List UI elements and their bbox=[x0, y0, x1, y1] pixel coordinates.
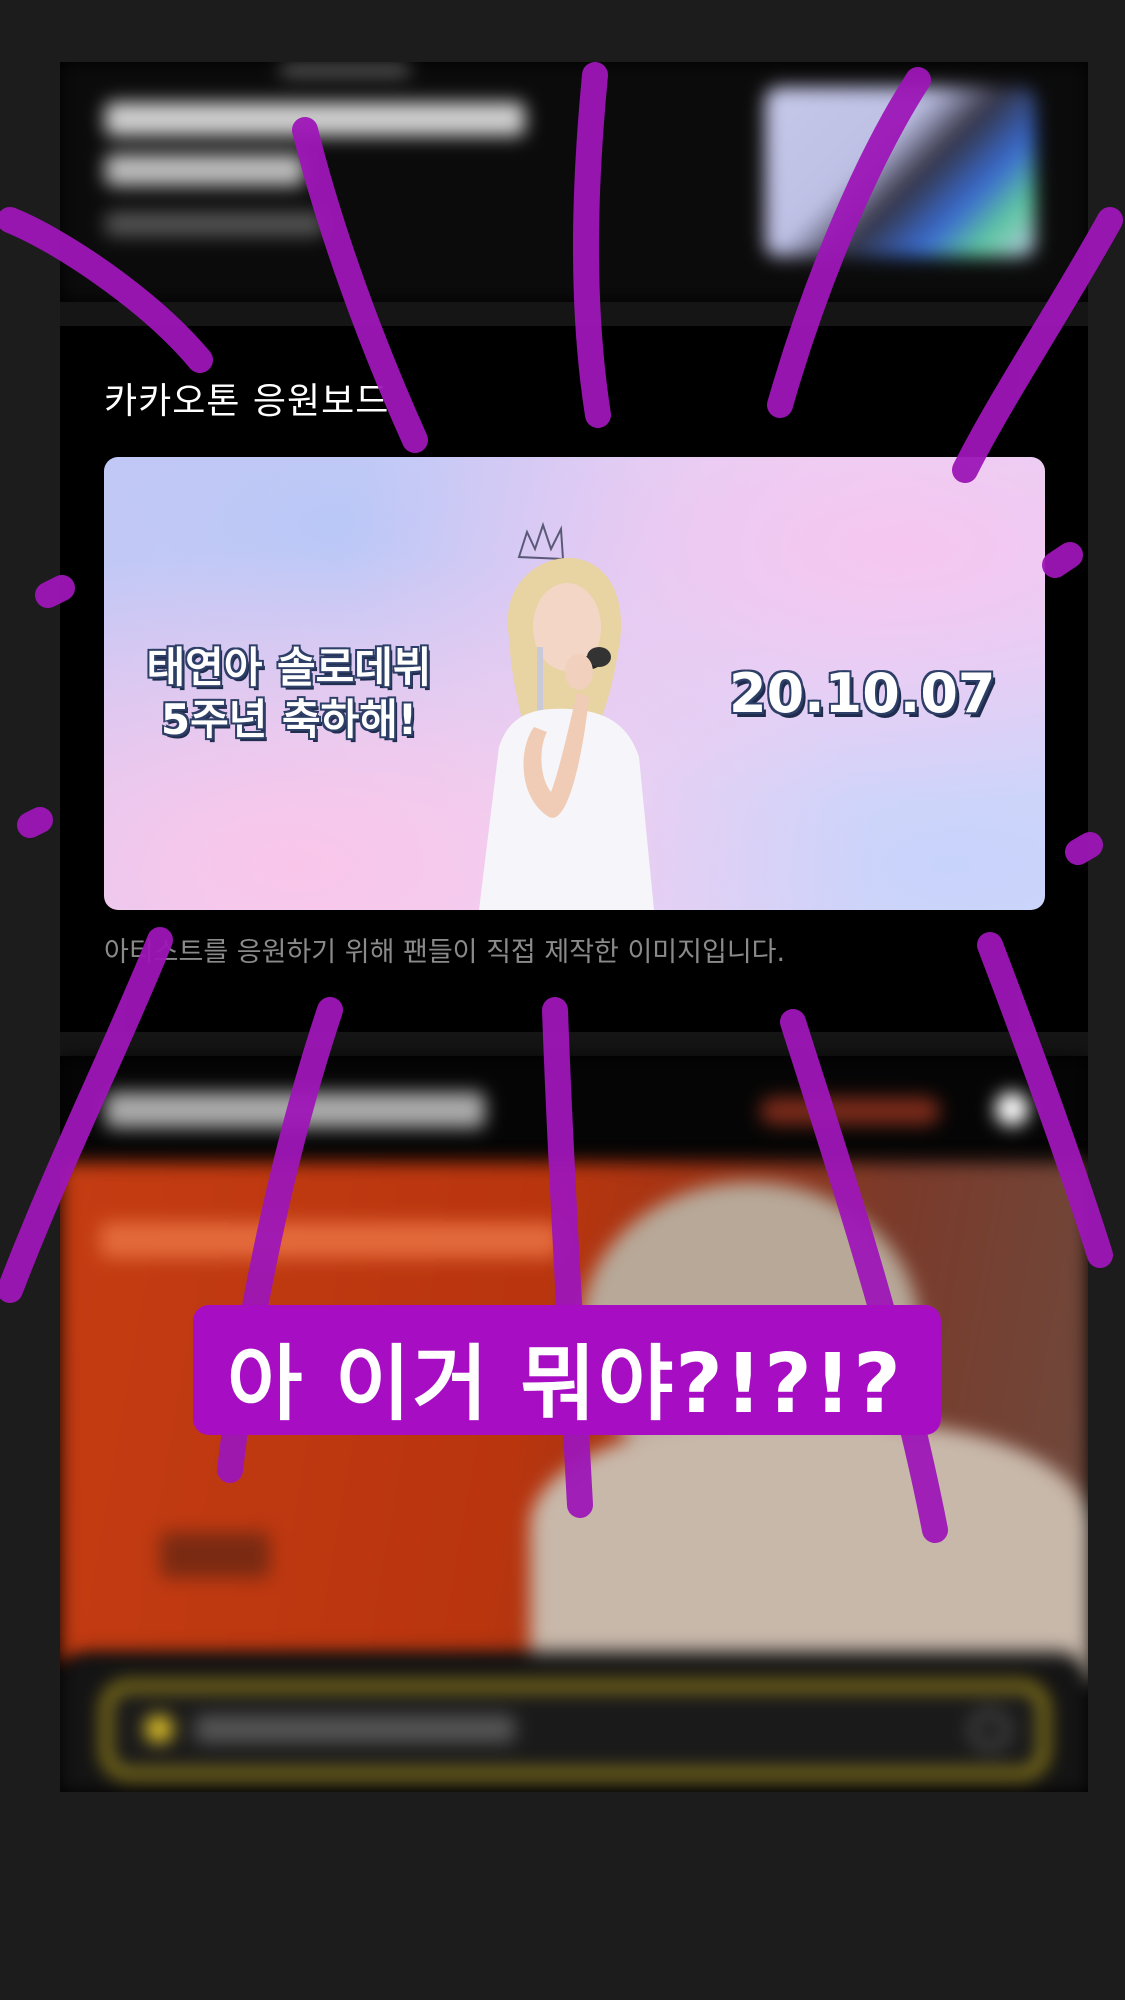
blurred-article-card[interactable] bbox=[60, 62, 1088, 302]
section-heading bbox=[105, 1092, 485, 1128]
cheering-board-banner[interactable]: 태연아 솔로데뷔 5주년 축하해! 20.10.07 bbox=[104, 457, 1045, 910]
video-title bbox=[100, 1222, 560, 1258]
video-person bbox=[530, 1422, 1088, 1682]
kakao-icon bbox=[145, 1715, 173, 1743]
more-icon[interactable] bbox=[995, 1092, 1029, 1126]
search-input[interactable] bbox=[102, 1682, 1048, 1778]
article-title-line bbox=[105, 154, 305, 186]
search-placeholder bbox=[195, 1715, 515, 1743]
sticker-text: 아 이거 뭐야?!?!? bbox=[227, 1337, 903, 1432]
search-bar bbox=[60, 1652, 1088, 1792]
live-badge bbox=[760, 1097, 940, 1125]
section-title: 카카오톤 응원보드 bbox=[104, 381, 390, 422]
article-thumbnail bbox=[765, 87, 1035, 257]
app-screen: 카카오톤 응원보드 태연아 솔로데뷔 5주년 축하해! 20.10.07 아티스… bbox=[60, 62, 1088, 1792]
article-meta bbox=[105, 212, 325, 236]
drag-handle bbox=[280, 64, 410, 76]
text-sticker[interactable]: 아 이거 뭐야?!?!? bbox=[193, 1305, 941, 1435]
banner-message-line: 5주년 축하해! bbox=[160, 695, 418, 744]
section-divider bbox=[60, 1032, 1088, 1056]
banner-caption: 아티스트를 응원하기 위해 팬들이 직접 제작한 이미지입니다. bbox=[104, 937, 786, 968]
blurred-section-header bbox=[60, 1057, 1088, 1167]
episode-label bbox=[160, 1532, 270, 1578]
article-title-line bbox=[105, 102, 525, 136]
singer-image bbox=[479, 521, 654, 910]
section-divider bbox=[60, 302, 1088, 326]
banner-message: 태연아 솔로데뷔 5주년 축하해! bbox=[144, 642, 434, 746]
banner-message-line: 태연아 솔로데뷔 bbox=[146, 643, 432, 692]
search-icon[interactable] bbox=[970, 1710, 1010, 1750]
banner-date: 20.10.07 bbox=[729, 662, 996, 725]
scribble-stroke bbox=[17, 807, 53, 838]
